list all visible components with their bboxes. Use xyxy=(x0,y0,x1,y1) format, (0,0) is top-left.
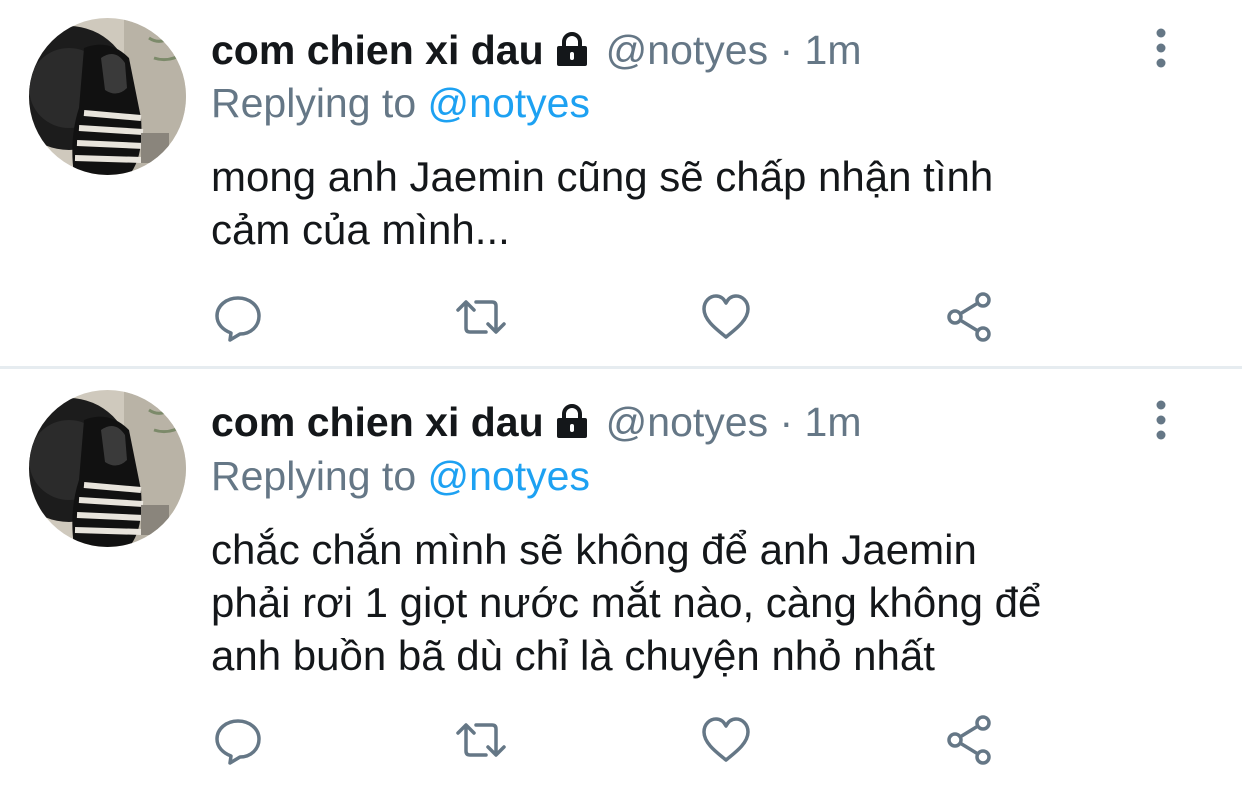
display-name[interactable]: com chien xi dau xyxy=(211,399,544,445)
reply-icon xyxy=(215,719,261,765)
retweet-button[interactable] xyxy=(454,290,508,344)
mention-link[interactable]: @notyes xyxy=(428,80,590,126)
tweet-text: mong anh Jaemin cũng sẽ chấp nhận tình c… xyxy=(211,153,994,253)
replying-to: Replying to @notyes xyxy=(211,451,590,501)
tweet-header: com chien xi dau @notyes · 1m xyxy=(211,398,862,449)
more-vertical-icon[interactable] xyxy=(1146,398,1176,442)
reply-button[interactable] xyxy=(211,290,265,344)
more-vertical-icon[interactable] xyxy=(1146,26,1176,70)
handle[interactable]: @notyes xyxy=(606,399,768,445)
replying-to: Replying to @notyes xyxy=(211,78,590,128)
reply-icon xyxy=(215,296,261,342)
retweet-button[interactable] xyxy=(454,713,508,767)
heart-icon xyxy=(702,717,750,762)
separator-dot: · xyxy=(779,399,794,445)
tweet[interactable]: com chien xi dau @notyes · 1m Replying to… xyxy=(0,369,1242,792)
lock-icon xyxy=(554,29,590,77)
timestamp[interactable]: 1m xyxy=(805,27,862,73)
lock-icon xyxy=(554,401,590,449)
heart-icon xyxy=(702,294,750,339)
tweet[interactable]: com chien xi dau @notyes · 1m Replying to… xyxy=(0,0,1242,366)
share-icon xyxy=(947,715,991,765)
replying-prefix: Replying to xyxy=(211,453,417,499)
share-button[interactable] xyxy=(943,290,997,344)
reply-button[interactable] xyxy=(211,713,265,767)
tweet-header: com chien xi dau @notyes · 1m xyxy=(211,26,862,77)
mention-link[interactable]: @notyes xyxy=(428,453,590,499)
like-button[interactable] xyxy=(699,290,753,344)
like-button[interactable] xyxy=(699,713,753,767)
replying-prefix: Replying to xyxy=(211,80,417,126)
handle[interactable]: @notyes xyxy=(606,27,768,73)
share-button[interactable] xyxy=(943,713,997,767)
tweet-text: chắc chắn mình sẽ không để anh Jaemin ph… xyxy=(211,526,1042,679)
timestamp[interactable]: 1m xyxy=(805,399,862,445)
avatar[interactable] xyxy=(29,390,186,547)
retweet-icon xyxy=(456,300,506,334)
display-name[interactable]: com chien xi dau xyxy=(211,27,544,73)
share-icon xyxy=(947,292,991,342)
retweet-icon xyxy=(456,723,506,757)
separator-dot: · xyxy=(779,27,794,73)
avatar[interactable] xyxy=(29,18,186,175)
